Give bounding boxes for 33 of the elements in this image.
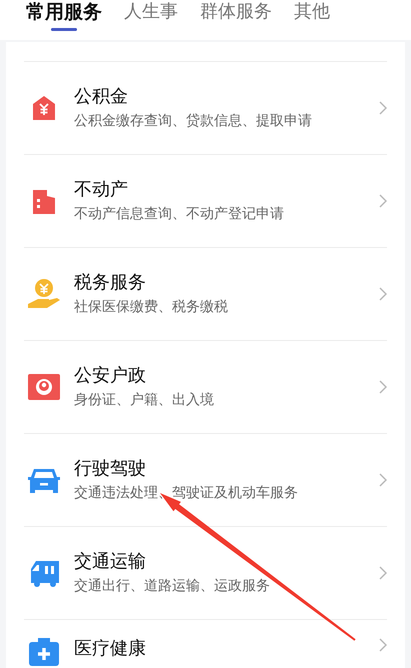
chevron-right-icon	[379, 380, 387, 394]
service-title: 行驶驾驶	[74, 458, 147, 480]
chevron-right-icon	[379, 194, 387, 208]
service-title: 不动产	[74, 178, 129, 200]
coin-hand-icon	[27, 278, 61, 310]
chevron-right-icon	[379, 287, 387, 301]
service-item[interactable]: 公安户政 身份证、户籍、出入境	[24, 340, 387, 433]
service-title: 交通运输	[74, 550, 147, 572]
tab[interactable]: 其他	[294, 0, 330, 31]
chevron-right-icon	[379, 101, 387, 115]
tab[interactable]: 群体服务	[200, 0, 272, 31]
tab[interactable]: 人生事	[124, 0, 178, 31]
service-title: 税务服务	[74, 272, 147, 294]
tab[interactable]: 常用服务	[26, 0, 102, 31]
service-description: 身份证、户籍、出入境	[74, 390, 215, 410]
service-item[interactable]: 公积金 公积金缴存查询、贷款信息、提取申请	[24, 61, 387, 154]
service-item[interactable]: 不动产 不动产信息查询、不动产登记申请	[24, 154, 387, 247]
service-description: 社保医保缴费、税务缴税	[74, 298, 229, 316]
service-description: 交通违法处理、驾驶证及机动车服务	[74, 484, 299, 502]
service-item[interactable]: 税务服务 社保医保缴费、税务缴税	[24, 247, 387, 340]
chevron-right-icon	[379, 566, 387, 580]
service-title: 公积金	[74, 86, 129, 108]
service-title: 公安户政	[74, 364, 147, 386]
emblem-icon	[28, 374, 60, 400]
truck-icon	[28, 559, 60, 587]
service-description: 交通出行、道路运输、运政服务	[74, 576, 271, 596]
service-item[interactable]: 医疗健康	[24, 619, 387, 668]
car-icon	[28, 466, 60, 494]
service-title: 医疗健康	[74, 638, 147, 660]
chevron-right-icon	[379, 473, 387, 487]
chevron-right-icon	[379, 638, 387, 652]
service-description: 不动产信息查询、不动产登记申请	[74, 204, 285, 224]
service-description: 公积金缴存查询、贷款信息、提取申请	[74, 112, 313, 130]
